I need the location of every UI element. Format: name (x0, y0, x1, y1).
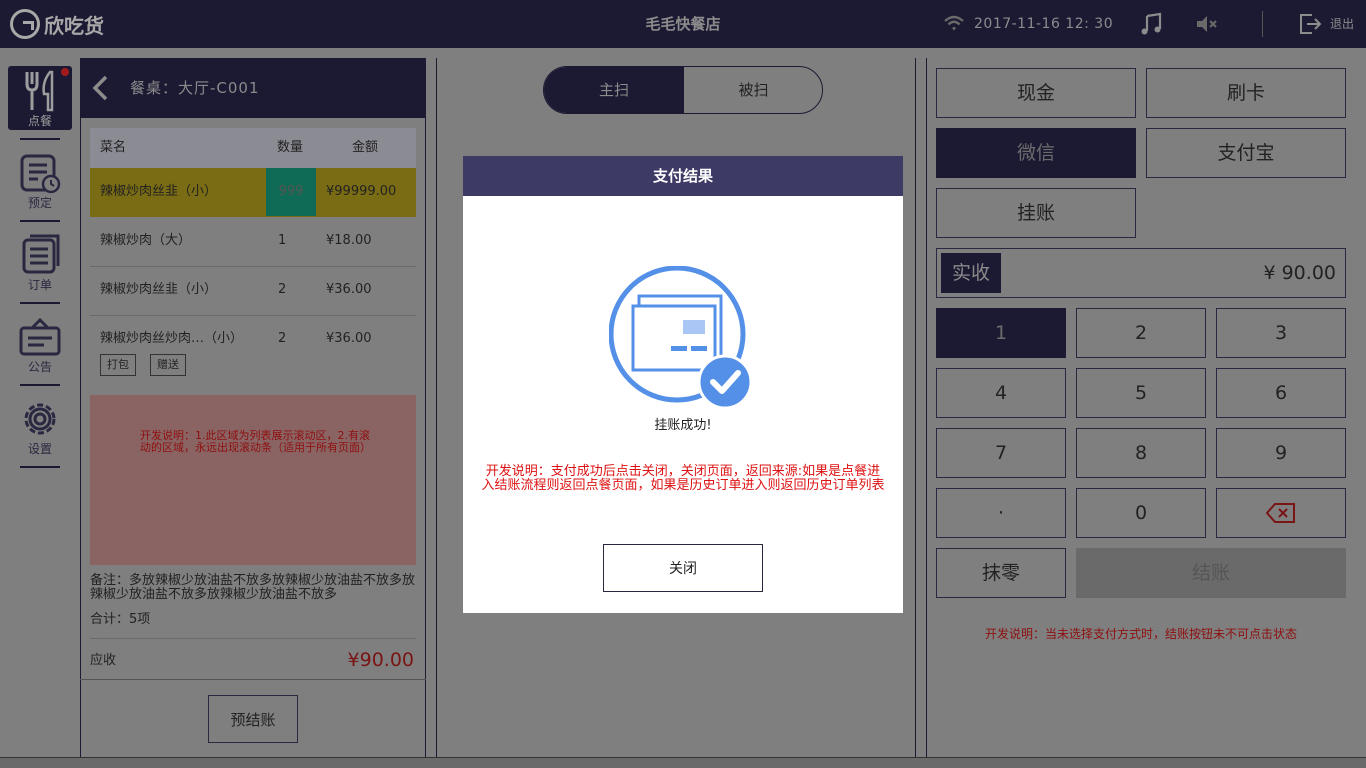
table-header: 菜名 数量 金额 (90, 128, 416, 168)
dish-name: 辣椒炒肉（大） (100, 233, 192, 248)
app-logo: 欣吃货 (10, 8, 104, 40)
key-9[interactable]: 9 (1216, 428, 1346, 478)
logo-mark-icon (10, 9, 40, 39)
nav-divider (20, 302, 60, 304)
dev-note: 开发说明：当未选择支付方式时，结账按钮未不可点击状态 (984, 627, 1297, 641)
payment-result-dialog: 支付结果 挂账成功! 开发说明：支付成功后点击关闭，关闭页面，返回来源:如果是点… (463, 156, 903, 613)
notification-dot (61, 68, 69, 76)
takeaway-tag[interactable]: 打包 (100, 354, 136, 376)
nav-item-notice[interactable]: 公告 (8, 312, 72, 376)
dish-amount: ¥18.00 (326, 233, 372, 248)
bottom-bar (0, 757, 1366, 768)
nav-divider (20, 220, 60, 222)
key-0[interactable]: 0 (1076, 488, 1206, 538)
pay-cash-button[interactable]: 现金 (936, 68, 1136, 118)
amount-due-label: 应收 (90, 653, 117, 668)
result-message: 挂账成功! (654, 418, 712, 433)
wifi-icon (944, 15, 964, 31)
back-arrow-icon[interactable] (90, 74, 110, 102)
dish-qty[interactable]: 999 (266, 168, 316, 216)
key-1[interactable]: 1 (936, 308, 1066, 358)
nav-label-reserve: 预定 (27, 196, 52, 210)
divider (80, 679, 426, 680)
nav-item-reserve[interactable]: 预定 (8, 148, 72, 212)
table-row[interactable]: 辣椒炒肉丝韭（小） 2 ¥36.00 (90, 266, 416, 316)
close-button[interactable]: 关闭 (603, 544, 763, 592)
dish-name: 辣椒炒肉丝韭（小） (100, 282, 218, 297)
key-6[interactable]: 6 (1216, 368, 1346, 418)
exit-label[interactable]: 退出 (1330, 0, 1354, 48)
pre-checkout-button[interactable]: 预结账 (208, 695, 298, 743)
music-icon[interactable] (1139, 12, 1163, 36)
dish-qty: 1 (278, 233, 287, 248)
key-7[interactable]: 7 (936, 428, 1066, 478)
nav-label-orders: 订单 (27, 278, 52, 292)
col-header-qty: 数量 (277, 140, 304, 155)
scroll-demo-area (90, 395, 416, 565)
brand-name: 欣吃货 (44, 13, 104, 38)
dish-amount: ¥36.00 (326, 282, 372, 297)
table-row[interactable]: 辣椒炒肉（大） 1 ¥18.00 (90, 217, 416, 267)
dish-qty: 2 (278, 282, 287, 297)
mute-icon[interactable] (1195, 14, 1219, 34)
nav-item-settings[interactable]: 设置 (8, 394, 72, 458)
clock-text: 2017-11-16 12: 30 (974, 16, 1114, 32)
nav-label-notice: 公告 (27, 360, 52, 374)
pay-card-button[interactable]: 刷卡 (1146, 68, 1346, 118)
divider (90, 638, 416, 639)
nav-label-order: 点餐 (27, 114, 52, 128)
nav-divider (20, 384, 60, 386)
table-row[interactable]: 辣椒炒肉丝韭（小） 999 ¥99999.00 (90, 168, 416, 217)
tab-passive-scan[interactable]: 被扫 (684, 67, 822, 113)
scan-mode-toggle: 主扫 被扫 (543, 66, 823, 114)
round-off-button[interactable]: 抹零 (936, 548, 1066, 598)
pay-alipay-button[interactable]: 支付宝 (1146, 128, 1346, 178)
dish-amount: ¥99999.00 (326, 184, 397, 199)
payment-success-icon (609, 266, 753, 410)
notice-icon (19, 317, 61, 356)
pay-wechat-button[interactable]: 微信 (936, 128, 1136, 178)
order-remark: 备注：多放辣椒少放油盐不放多放辣椒少放油盐不放多放辣椒少放油盐不放多放辣椒少放油… (90, 573, 416, 602)
calendar-clock-icon (20, 154, 61, 194)
item-count: 合计：5项 (90, 612, 151, 627)
store-name: 毛毛快餐店 (645, 15, 721, 33)
tab-active-scan[interactable]: 主扫 (544, 67, 684, 113)
dev-note: 开发说明：支付成功后点击关闭，关闭页面，返回来源:如果是点餐进入结账流程则返回点… (481, 464, 885, 493)
exit-icon[interactable] (1298, 12, 1322, 36)
key-2[interactable]: 2 (1076, 308, 1206, 358)
nav-divider (20, 138, 60, 140)
paid-amount-value: ¥ 90.00 (1263, 262, 1336, 284)
paid-label: 实收 (941, 253, 1001, 293)
dev-note: 开发说明：1.此区域为列表展示滚动区，2.有滚动的区域，永远出现滚动条（适用于所… (140, 429, 371, 454)
gift-tag[interactable]: 赠送 (150, 354, 186, 376)
nav-item-orders[interactable]: 订单 (8, 230, 72, 294)
key-5[interactable]: 5 (1076, 368, 1206, 418)
backspace-icon (1265, 503, 1295, 523)
key-4[interactable]: 4 (936, 368, 1066, 418)
fork-knife-icon (25, 70, 54, 112)
amount-due-value: ¥90.00 (347, 649, 414, 671)
key-3[interactable]: 3 (1216, 308, 1346, 358)
table-label: 餐桌：大厅-C001 (130, 79, 260, 97)
gear-icon (24, 403, 56, 435)
col-header-amount: 金额 (352, 140, 379, 155)
nav-divider (20, 466, 60, 468)
dish-qty: 2 (278, 331, 287, 346)
pay-credit-button[interactable]: 挂账 (936, 188, 1136, 238)
dish-name: 辣椒炒肉丝韭（小） (100, 184, 218, 199)
orders-icon (22, 234, 60, 274)
col-header-name: 菜名 (100, 140, 127, 155)
dialog-title: 支付结果 (463, 156, 903, 196)
table-row[interactable]: 辣椒炒肉丝炒肉…（小） 2 ¥36.00 打包 赠送 (90, 315, 416, 385)
key-backspace[interactable] (1216, 488, 1346, 538)
dish-amount: ¥36.00 (326, 331, 372, 346)
key-8[interactable]: 8 (1076, 428, 1206, 478)
key-dot[interactable]: · (936, 488, 1066, 538)
checkout-button: 结账 (1076, 548, 1346, 598)
topbar-divider (1262, 11, 1263, 37)
nav-label-settings: 设置 (27, 442, 52, 456)
side-nav: 点餐 预定 订单 公告 设置 (0, 58, 78, 758)
